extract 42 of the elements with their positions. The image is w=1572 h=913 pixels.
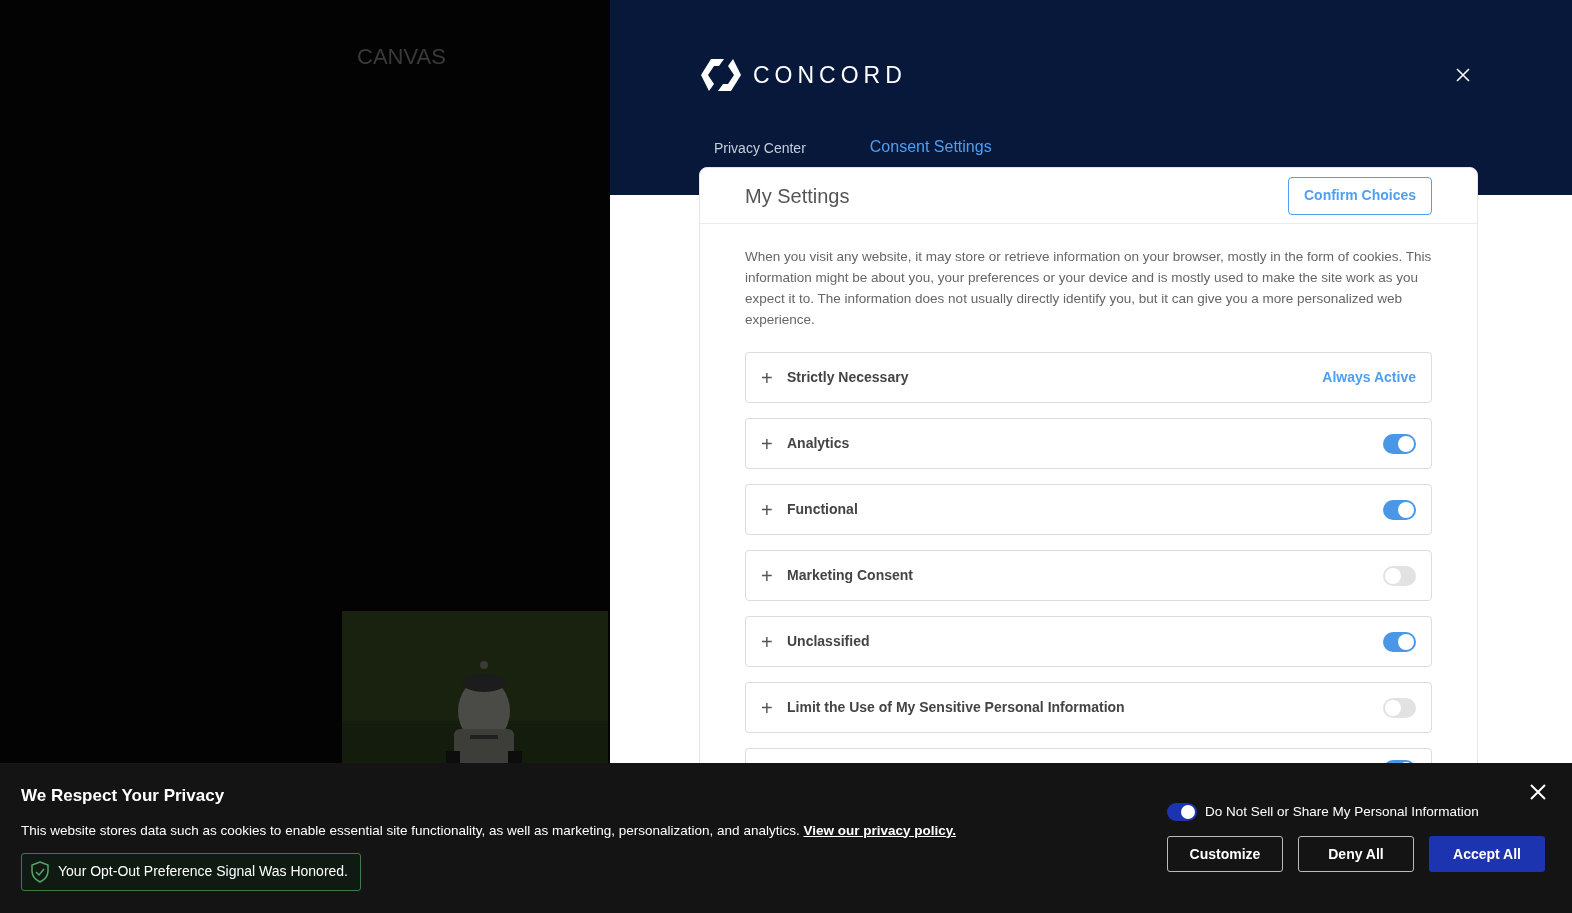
settings-description: When you visit any website, it may store or retrieve information on your browser, mostly in the form of cookies. This information might be about you, your preferences or your device and is mostly used to make the site work as you expect it to. The information does not usually directly identify you, but it can give you a more personalized web experience. xyxy=(745,248,1432,329)
toggle-switch[interactable] xyxy=(1383,499,1416,520)
expand-icon[interactable]: + xyxy=(761,433,773,454)
category-label: Strictly Necessary xyxy=(787,368,910,387)
always-active-label: Always Active xyxy=(1322,368,1416,387)
tab[interactable]: Consent Settings xyxy=(869,135,992,159)
toggle-switch[interactable] xyxy=(1383,565,1416,586)
privacy-policy-link[interactable]: View our privacy policy. xyxy=(803,822,956,838)
expand-icon[interactable]: + xyxy=(761,565,773,586)
brand-name: CONCORD xyxy=(753,60,907,90)
category-row[interactable]: + Unclassified xyxy=(745,616,1432,667)
category-label: Limit the Use of My Sensitive Personal Information xyxy=(787,698,1126,717)
category-row[interactable]: + Limit the Use of My Sensitive Personal Information xyxy=(745,682,1432,733)
category-label: Marketing Consent xyxy=(787,566,914,585)
banner-button[interactable]: Deny All xyxy=(1298,836,1414,873)
banner-title: We Respect Your Privacy xyxy=(21,785,226,807)
banner-text: This website stores data such as cookies to enable essential site functionality, as well as marketing, personalization, and analytics. View our privacy policy. xyxy=(21,821,956,840)
close-icon[interactable] xyxy=(1530,784,1546,800)
expand-icon[interactable]: + xyxy=(761,499,773,520)
category-row[interactable]: + Functional xyxy=(745,484,1432,535)
notice-text: Your Opt-Out Preference Signal Was Honored. xyxy=(58,862,349,882)
hexagon-logo-icon xyxy=(699,57,743,93)
close-icon[interactable] xyxy=(1456,68,1470,82)
category-label: Unclassified xyxy=(787,632,871,651)
do-not-sell-label: Do Not Sell or Share My Personal Information xyxy=(1205,803,1479,821)
expand-icon[interactable]: + xyxy=(761,631,773,652)
banner-button[interactable]: Accept All xyxy=(1429,836,1545,873)
expand-icon[interactable]: + xyxy=(761,367,773,388)
category-row[interactable]: + Analytics xyxy=(745,418,1432,469)
toggle-switch[interactable] xyxy=(1167,803,1197,822)
category-label: Analytics xyxy=(787,434,851,453)
settings-title: My Settings xyxy=(745,183,850,209)
tab[interactable]: Privacy Center xyxy=(714,138,806,159)
toggle-switch[interactable] xyxy=(1383,631,1416,652)
banner-button[interactable]: Customize xyxy=(1167,836,1283,873)
category-row[interactable]: + Strictly Necessary Always Active xyxy=(745,352,1432,403)
category-row[interactable]: + Marketing Consent xyxy=(745,550,1432,601)
shield-check-icon xyxy=(30,860,50,883)
toggle-switch[interactable] xyxy=(1383,697,1416,718)
category-label: Functional xyxy=(787,500,859,519)
expand-icon[interactable]: + xyxy=(761,697,773,718)
toggle-switch[interactable] xyxy=(1383,433,1416,454)
